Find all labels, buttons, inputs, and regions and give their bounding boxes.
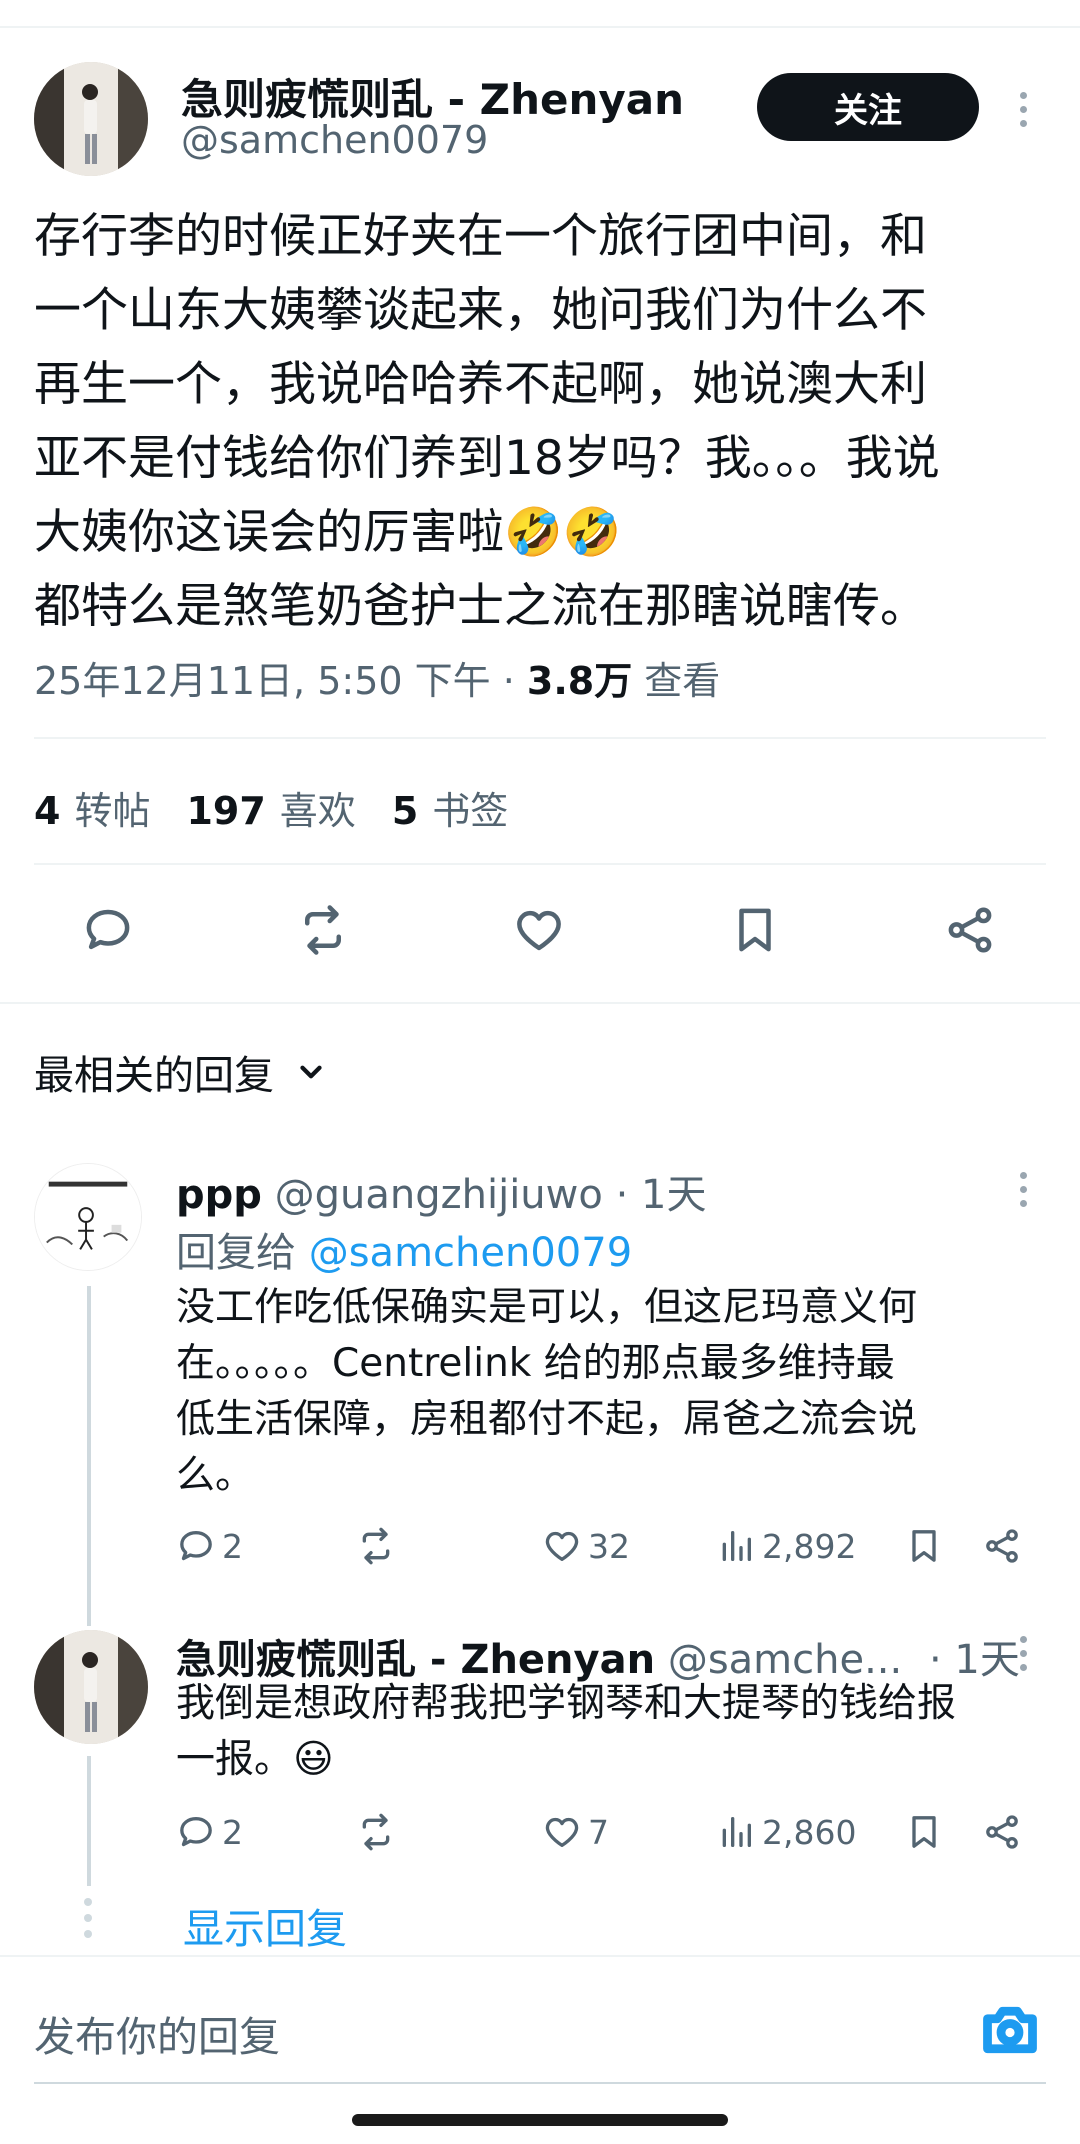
views-icon[interactable]: 2,892	[716, 1526, 856, 1566]
view-count: 2,892	[762, 1526, 857, 1566]
tweet-timestamp[interactable]: 25年12月11日, 5:50 下午 ·	[34, 659, 527, 703]
bookmarks-stat[interactable]: 5 书签	[392, 780, 508, 835]
repost-icon[interactable]	[293, 900, 353, 960]
share-icon[interactable]	[940, 900, 1000, 960]
divider	[34, 737, 1046, 739]
like-count: 7	[588, 1812, 609, 1852]
reply-header: ppp @guangzhijiuwo · 1天	[176, 1162, 706, 1220]
reply-avatar[interactable]	[34, 1163, 142, 1271]
reply-text: 我倒是想政府帮我把学钢琴和大提琴的钱给报 一报。😃	[176, 1681, 957, 1782]
share-icon[interactable]	[982, 1526, 1022, 1566]
bookmark-icon[interactable]	[904, 1526, 944, 1566]
divider	[34, 863, 1046, 865]
repost-icon[interactable]	[356, 1526, 402, 1566]
divider	[0, 1002, 1080, 1004]
replying-to: 回复给 @samchen0079	[176, 1220, 632, 1278]
follow-button[interactable]: 关注	[757, 73, 979, 141]
sort-replies-dropdown[interactable]: 最相关的回复	[34, 1043, 328, 1101]
more-icon[interactable]	[1017, 1172, 1029, 1207]
repost-icon[interactable]	[356, 1812, 402, 1852]
bookmarks-label: 书签	[432, 789, 509, 833]
reply-icon[interactable]: 2	[176, 1526, 243, 1566]
likes-stat[interactable]: 197 喜欢	[186, 780, 355, 835]
views-icon[interactable]: 2,860	[716, 1812, 856, 1852]
thread-line	[87, 1286, 91, 1626]
views-count: 3.8万	[526, 659, 633, 703]
author-avatar[interactable]	[34, 62, 148, 176]
likes-label: 喜欢	[279, 789, 356, 833]
more-icon[interactable]	[1017, 92, 1029, 127]
reply-composer-input[interactable]: 发布你的回复	[34, 2003, 280, 2063]
like-count: 32	[588, 1526, 630, 1566]
likes-count: 197	[186, 789, 266, 833]
heart-icon[interactable]	[509, 900, 569, 960]
sort-label: 最相关的回复	[34, 1053, 274, 1099]
reply-icon[interactable]: 2	[176, 1812, 243, 1852]
reposts-stat[interactable]: 4 转帖	[34, 780, 150, 835]
top-divider	[0, 26, 1080, 28]
reply-action-bar: 2 7 2,860	[176, 1812, 1056, 1862]
reply-to-handle[interactable]: @samchen0079	[309, 1230, 632, 1276]
reply-count: 2	[222, 1526, 243, 1566]
reply-icon[interactable]	[78, 900, 138, 960]
reply-author-handle[interactable]: @guangzhijiuwo	[275, 1172, 603, 1218]
show-replies-link[interactable]: 显示回复	[183, 1895, 347, 1955]
reply-count: 2	[222, 1812, 243, 1852]
heart-icon[interactable]: 32	[542, 1526, 630, 1566]
view-count: 2,860	[762, 1812, 857, 1852]
reply-author-name[interactable]: ppp	[176, 1172, 262, 1218]
bookmark-icon[interactable]	[904, 1812, 944, 1852]
reply-avatar[interactable]	[34, 1630, 148, 1744]
composer-underline	[34, 2082, 1046, 2084]
share-icon[interactable]	[982, 1812, 1022, 1852]
reply-action-bar: 2 32 2,892	[176, 1526, 1056, 1576]
chevron-down-icon	[300, 1065, 322, 1079]
bookmarks-count: 5	[391, 789, 419, 833]
author-handle[interactable]: @samchen0079	[181, 118, 488, 162]
heart-icon[interactable]: 7	[542, 1812, 609, 1852]
bookmark-icon[interactable]	[725, 900, 785, 960]
reposts-label: 转帖	[74, 789, 151, 833]
thread-dots	[84, 1898, 92, 1938]
reply-to-label: 回复给	[176, 1230, 296, 1276]
camera-icon[interactable]	[980, 2000, 1040, 2060]
home-indicator[interactable]	[352, 2114, 728, 2126]
thread-line	[87, 1756, 91, 1886]
reply-text: 没工作吃低保确实是可以，但这尼玛意义何 在。。。。。Centrelink 给的那…	[176, 1285, 918, 1498]
engagement-stats: 4 转帖 197 喜欢 5 书签	[34, 780, 508, 835]
divider	[0, 1955, 1080, 1957]
more-icon[interactable]	[1017, 1636, 1029, 1671]
reply-time[interactable]: · 1天	[616, 1172, 707, 1218]
tweet-text: 存行李的时候正好夹在一个旅行团中间，和 一个山东大姨攀谈起来，她问我们为什么不 …	[34, 209, 940, 634]
tweet-action-bar	[0, 900, 1080, 970]
tweet-meta: 25年12月11日, 5:50 下午 · 3.8万 查看	[34, 650, 720, 705]
reposts-count: 4	[34, 789, 61, 833]
views-label: 查看	[644, 659, 721, 703]
